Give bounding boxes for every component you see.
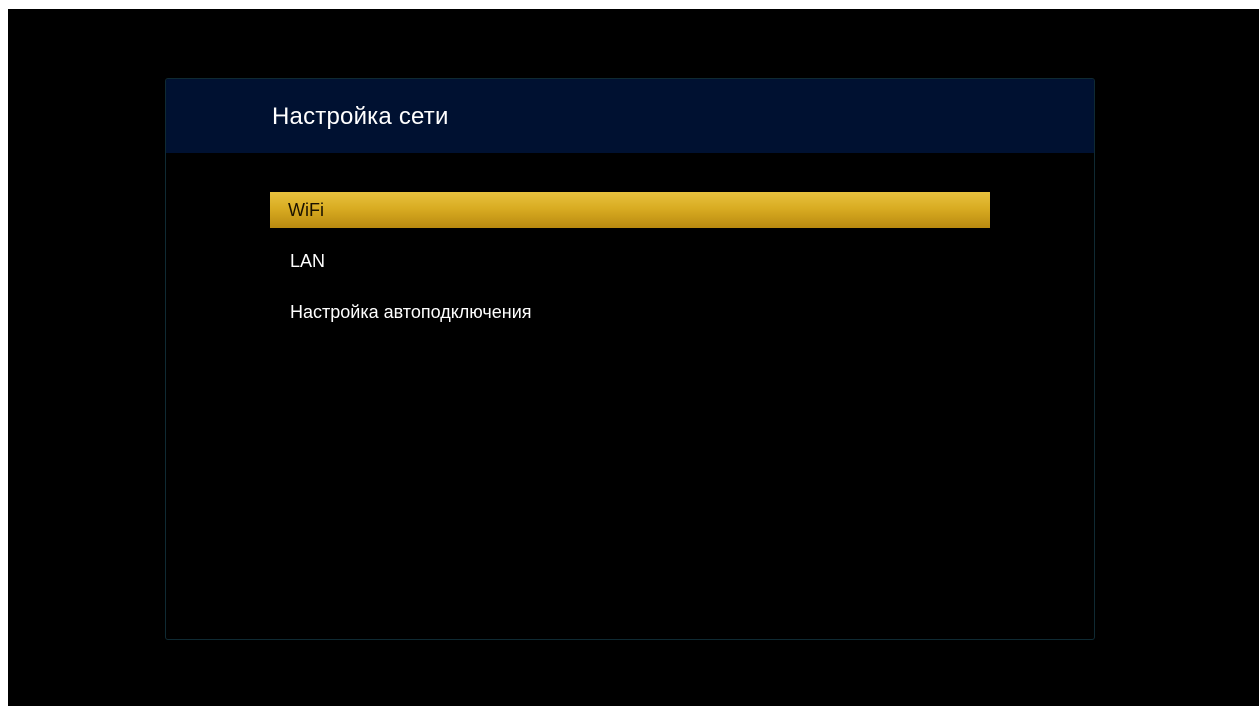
menu-item-auto-connect-settings[interactable]: Настройка автоподключения (270, 294, 990, 330)
network-menu: WiFi LAN Настройка автоподключения (270, 192, 990, 345)
dialog-header: Настройка сети (166, 79, 1094, 153)
menu-item-label: WiFi (288, 200, 324, 220)
menu-item-lan[interactable]: LAN (270, 243, 990, 279)
menu-item-label: LAN (290, 251, 326, 271)
network-settings-dialog: Настройка сети WiFi LAN Настройка автопо… (165, 78, 1095, 640)
menu-item-label: Настройка автоподключения (290, 302, 532, 322)
menu-item-wifi[interactable]: WiFi (270, 192, 990, 228)
dialog-title: Настройка сети (272, 103, 449, 130)
tv-screen: Настройка сети WiFi LAN Настройка автопо… (8, 9, 1259, 706)
